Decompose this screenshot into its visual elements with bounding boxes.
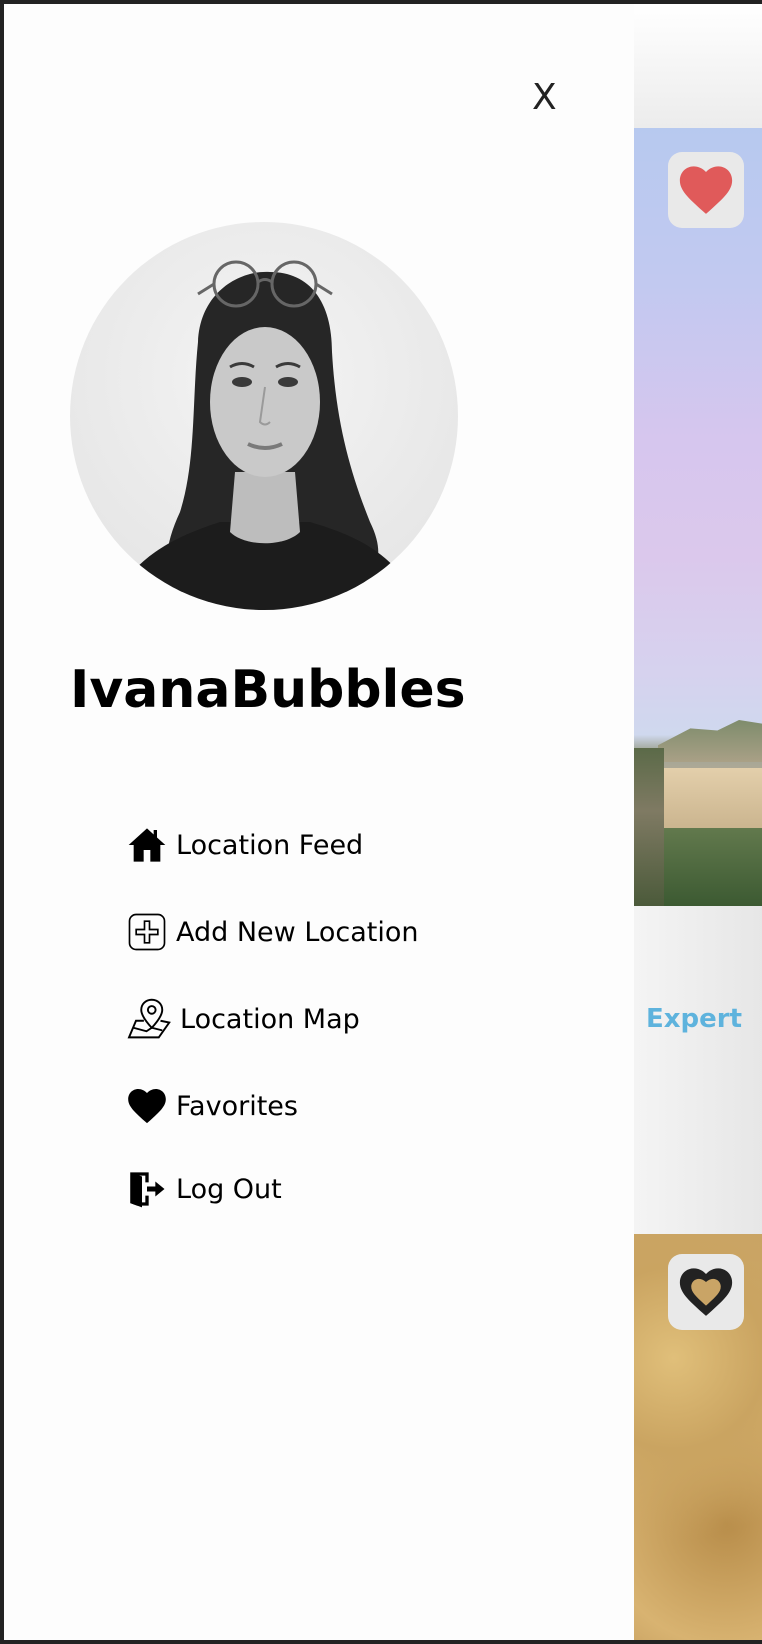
menu-item-location-feed[interactable]: Location Feed — [126, 823, 526, 867]
location-card-details[interactable] — [634, 906, 762, 1234]
difficulty-label: Expert — [646, 1004, 743, 1034]
plus-square-icon — [126, 911, 168, 953]
menu-item-label: Location Map — [180, 1003, 360, 1035]
feed-header — [634, 4, 762, 128]
cliff-edge — [634, 748, 664, 906]
side-drawer: X IvanaBubbles Location Feed Add New Loc… — [4, 4, 634, 1640]
menu-item-label: Log Out — [176, 1173, 282, 1205]
menu-item-log-out[interactable]: Log Out — [126, 1167, 526, 1211]
forest — [658, 828, 762, 906]
menu-item-label: Favorites — [176, 1090, 298, 1122]
logout-door-icon — [126, 1168, 168, 1210]
cliff-face — [664, 768, 762, 828]
favorite-button[interactable] — [668, 152, 744, 228]
app-frame: Expert X IvanaBubbles Location Feed Add … — [0, 0, 762, 1644]
favorite-button[interactable] — [668, 1254, 744, 1330]
profile-username: IvanaBubbles — [70, 660, 466, 720]
map-pin-icon — [126, 998, 174, 1040]
menu-item-label: Add New Location — [176, 916, 419, 948]
heart-filled-icon — [679, 166, 733, 214]
menu-item-favorites[interactable]: Favorites — [126, 1084, 526, 1128]
menu-item-location-map[interactable]: Location Map — [126, 997, 526, 1041]
location-card-image[interactable] — [634, 128, 762, 906]
heart-icon — [126, 1085, 168, 1127]
location-feed-background: Expert — [634, 4, 762, 1640]
location-card-image[interactable] — [634, 1234, 762, 1640]
mountain-ridge — [658, 720, 762, 762]
avatar — [70, 222, 458, 610]
menu-item-label: Location Feed — [176, 829, 364, 861]
heart-outline-icon — [679, 1268, 733, 1316]
home-icon — [126, 824, 168, 866]
close-drawer-button[interactable]: X — [532, 80, 557, 116]
profile-photo — [110, 260, 420, 610]
menu-item-add-new-location[interactable]: Add New Location — [126, 910, 526, 954]
